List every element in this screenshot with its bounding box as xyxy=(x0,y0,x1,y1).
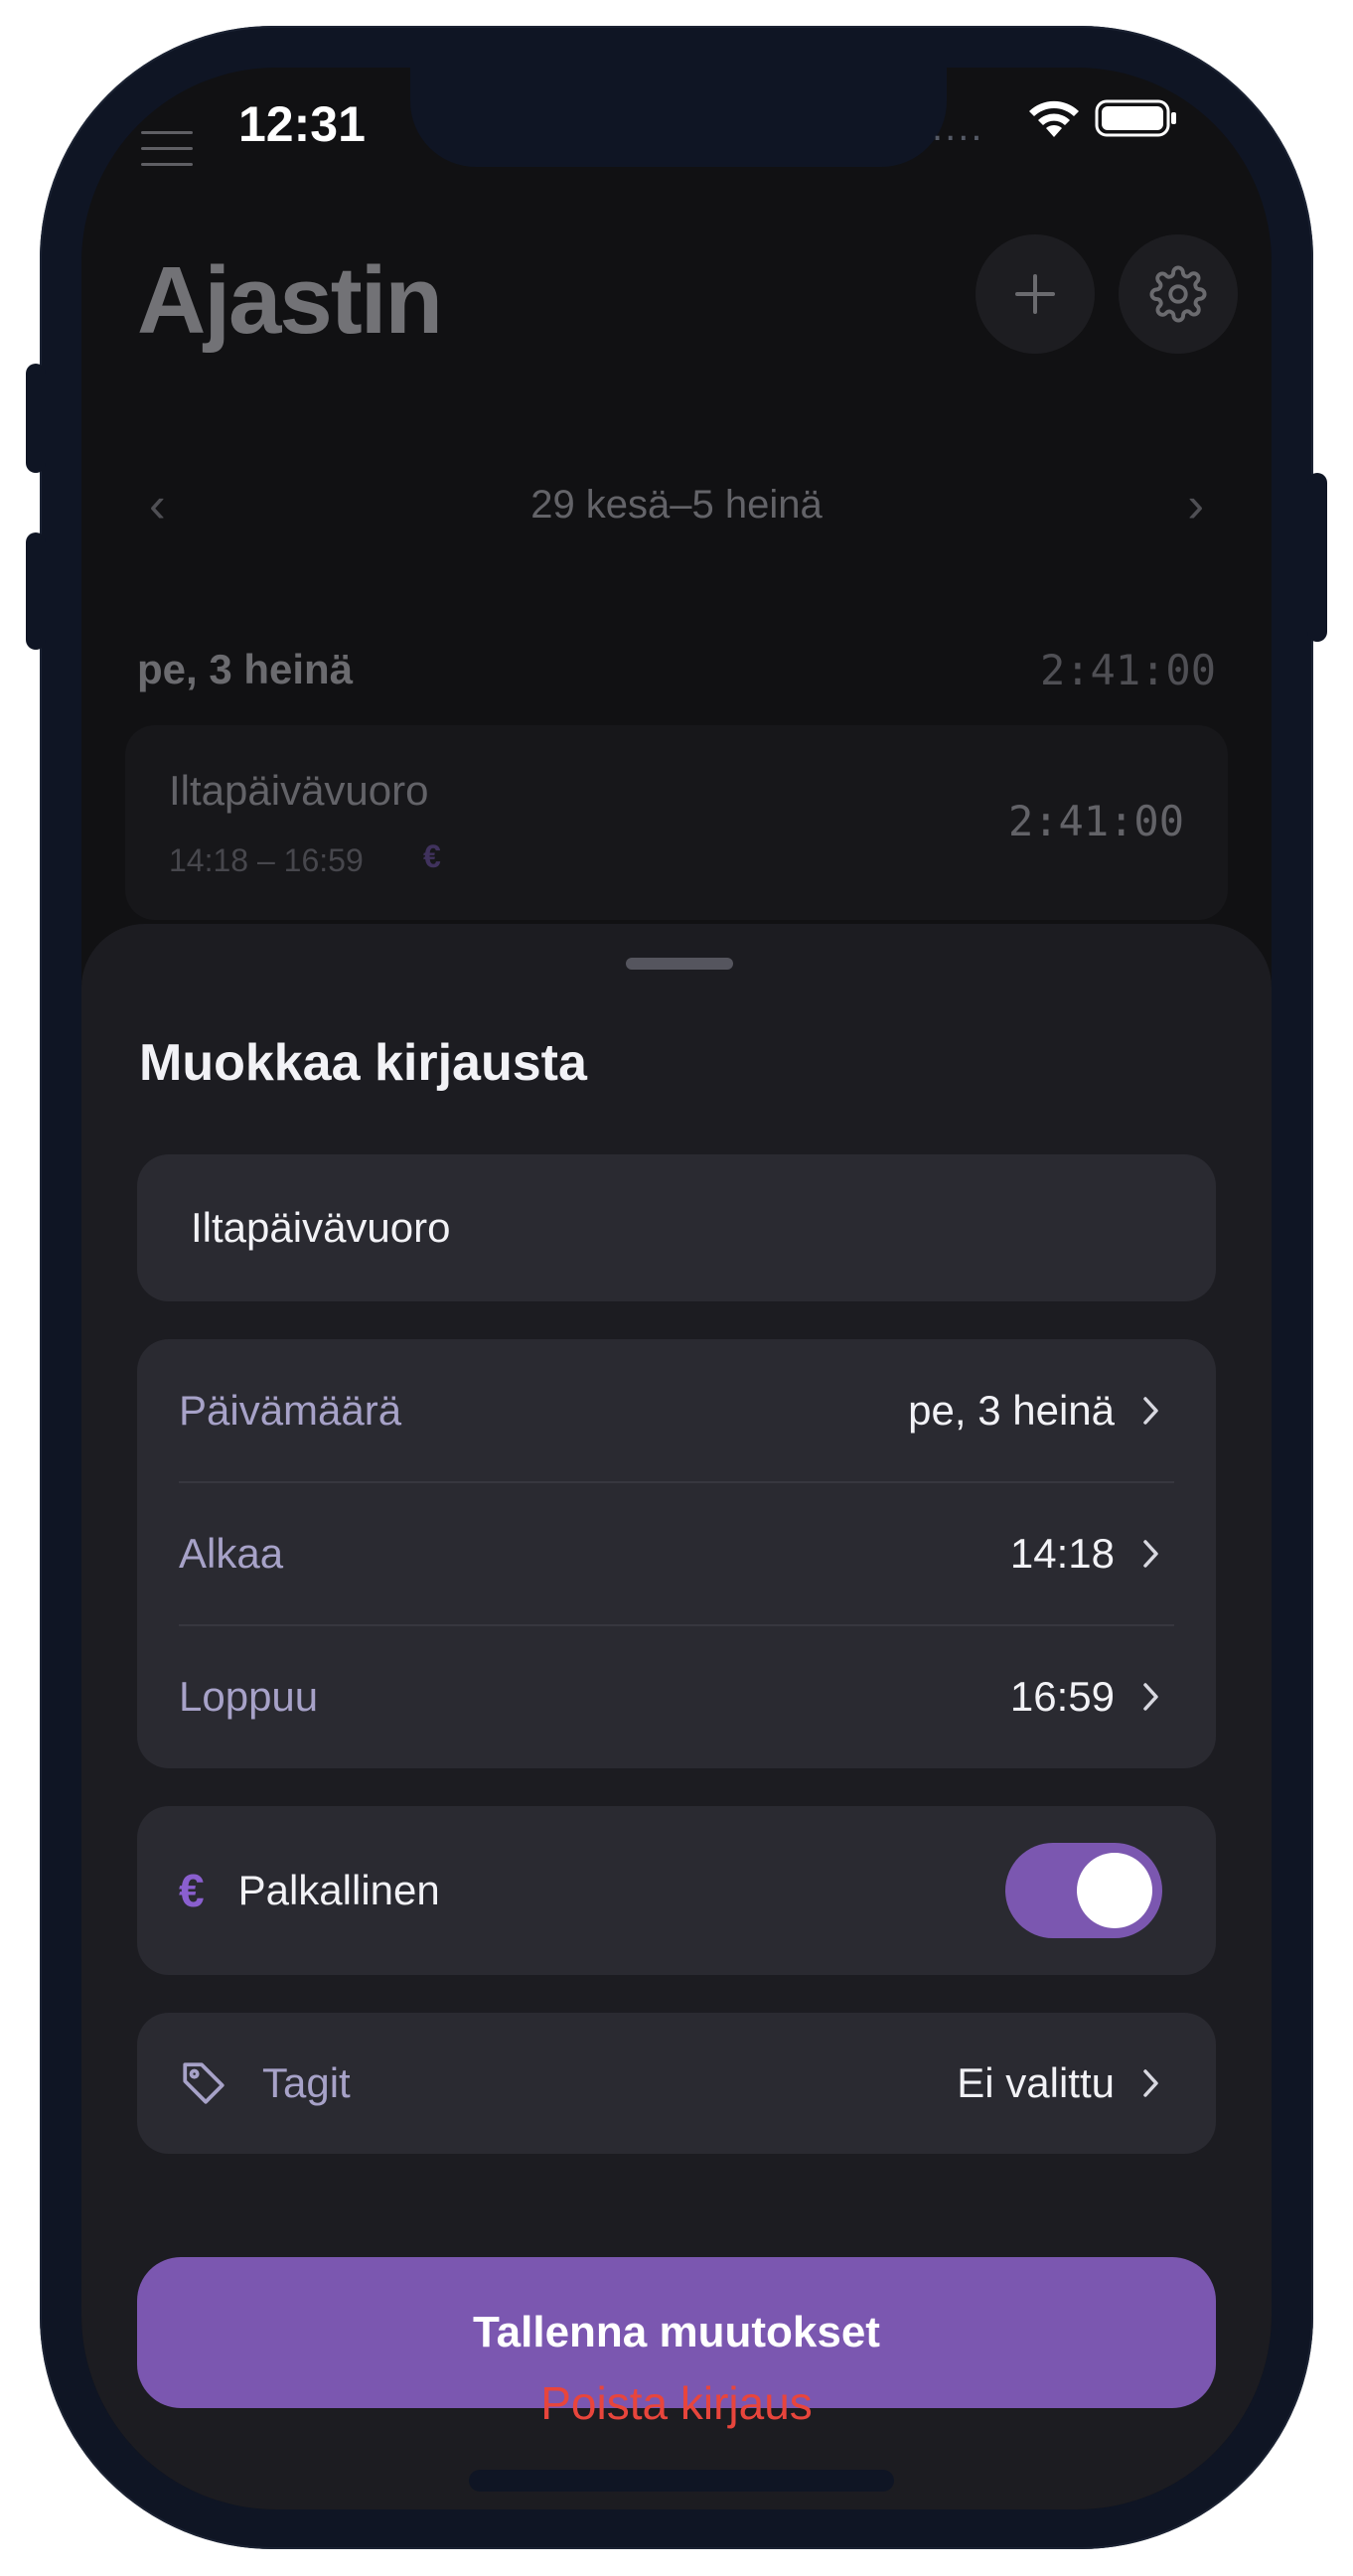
delete-entry-button[interactable]: Poista kirjaus xyxy=(81,2376,1272,2430)
battery-icon xyxy=(1095,99,1176,137)
screen: Ajastin ‹ 29 kesä–5 heinä › pe, 3 heinä … xyxy=(81,68,1272,2509)
volume-button xyxy=(26,532,46,650)
hamburger-menu-icon[interactable] xyxy=(141,131,193,179)
paid-toggle[interactable] xyxy=(1005,1843,1162,1938)
start-label: Alkaa xyxy=(179,1530,284,1577)
edit-entry-sheet: Muokkaa kirjausta Päivämäärä pe, 3 heinä… xyxy=(81,924,1272,2509)
entry-card[interactable]: Iltapäivävuoro 14:18 – 16:59 € 2:41:00 xyxy=(125,725,1228,920)
week-navigation: ‹ 29 kesä–5 heinä › xyxy=(81,475,1272,534)
toggle-knob xyxy=(1077,1853,1152,1928)
paid-group: € Palkallinen xyxy=(137,1806,1216,1975)
name-field-group xyxy=(137,1154,1216,1301)
tags-value: Ei valittu xyxy=(957,2059,1115,2106)
tags-group: Tagit Ei valittu xyxy=(137,2013,1216,2154)
paid-row: € Palkallinen xyxy=(137,1819,1216,1962)
euro-icon: € xyxy=(423,838,441,874)
paid-label: Palkallinen xyxy=(237,1867,440,1913)
entry-name-input[interactable] xyxy=(137,1154,1216,1301)
date-label: Päivämäärä xyxy=(179,1387,402,1434)
end-value: 16:59 xyxy=(1009,1673,1115,1720)
date-value: pe, 3 heinä xyxy=(908,1387,1115,1434)
euro-icon: € xyxy=(179,1865,205,1916)
wifi-icon xyxy=(1029,100,1079,137)
sheet-title: Muokkaa kirjausta xyxy=(139,1034,587,1092)
end-label: Loppuu xyxy=(179,1673,319,1720)
week-range-label: 29 kesä–5 heinä xyxy=(530,483,823,527)
mute-switch xyxy=(26,364,46,473)
chevron-right-icon xyxy=(1143,1397,1158,1425)
chevron-right-icon xyxy=(1143,1540,1158,1568)
gear-icon xyxy=(1149,265,1207,323)
signal-dots: .... xyxy=(932,105,984,149)
add-button[interactable] xyxy=(976,234,1095,354)
status-time: 12:31 xyxy=(238,96,366,152)
entry-duration: 2:41:00 xyxy=(1007,797,1184,845)
date-row[interactable]: Päivämäärä pe, 3 heinä xyxy=(137,1339,1216,1482)
plus-icon xyxy=(1015,274,1055,314)
date-time-group: Päivämäärä pe, 3 heinä Alkaa 14:18 Loppu… xyxy=(137,1339,1216,1768)
power-button xyxy=(1307,473,1327,642)
sheet-grabber[interactable] xyxy=(626,958,733,970)
start-value: 14:18 xyxy=(1009,1530,1115,1577)
start-time-row[interactable]: Alkaa 14:18 xyxy=(137,1482,1216,1625)
day-label: pe, 3 heinä xyxy=(137,646,354,692)
app-title: Ajastin xyxy=(137,247,443,354)
tag-icon xyxy=(183,2062,225,2104)
day-total: 2:41:00 xyxy=(1039,646,1216,694)
chevron-right-icon[interactable]: › xyxy=(1187,475,1204,534)
settings-button[interactable] xyxy=(1119,234,1238,354)
notch xyxy=(410,68,947,167)
entry-time-range: 14:18 – 16:59 xyxy=(169,842,364,878)
home-indicator xyxy=(469,2470,894,2492)
tags-row[interactable]: Tagit Ei valittu xyxy=(137,2012,1216,2155)
chevron-right-icon xyxy=(1143,2069,1158,2097)
entry-name: Iltapäivävuoro xyxy=(169,767,429,814)
tags-label: Tagit xyxy=(262,2059,351,2106)
end-time-row[interactable]: Loppuu 16:59 xyxy=(137,1625,1216,1768)
chevron-right-icon xyxy=(1143,1683,1158,1711)
